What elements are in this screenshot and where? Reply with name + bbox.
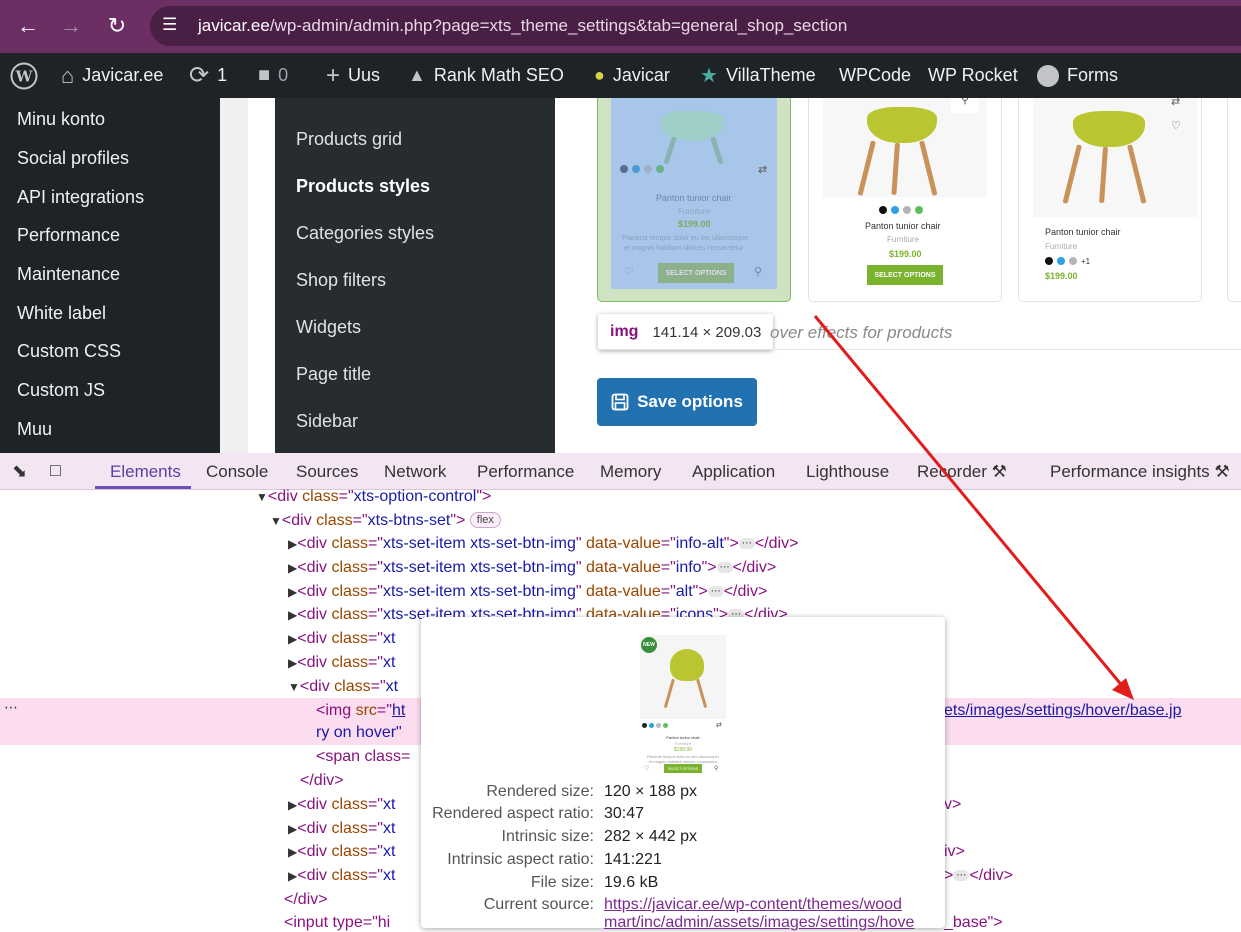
preview-category: Furniture	[674, 741, 691, 746]
preview-select-button: SELECT OPTIONS	[664, 764, 702, 773]
compare-icon: ⇄	[716, 722, 722, 729]
preview-thumbnail: NEW ⇄ Panton tunior chair Furniture $199…	[638, 635, 728, 775]
preview-product-name: Panton tunior chair	[666, 735, 700, 740]
product-image	[652, 643, 712, 713]
current-source-link[interactable]: https://javicar.ee/wp-content/themes/woo…	[604, 896, 902, 914]
search-icon: ⚲	[714, 766, 719, 772]
preview-price: $199.00	[673, 747, 693, 753]
image-preview-popup: NEW ⇄ Panton tunior chair Furniture $199…	[421, 617, 945, 931]
heart-icon: ♡	[644, 766, 650, 772]
